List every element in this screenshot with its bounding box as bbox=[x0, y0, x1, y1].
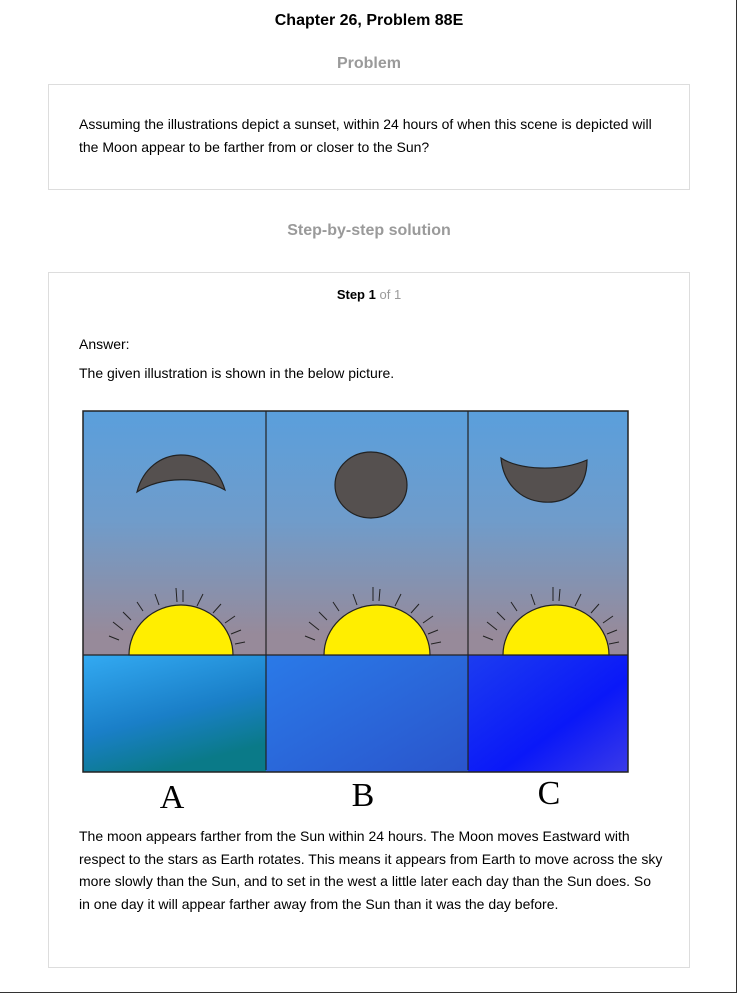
problem-box: Assuming the illustrations depict a suns… bbox=[48, 84, 690, 190]
sunset-moon-illustration: A B C bbox=[82, 410, 629, 816]
panel-label-b: B bbox=[352, 777, 375, 814]
step-label: Step bbox=[336, 287, 365, 302]
panel-label-c: C bbox=[538, 775, 561, 812]
intro-text: The given illustration is shown in the b… bbox=[79, 365, 395, 381]
solution-box: Step 1 of 1 Answer: The given illustrati… bbox=[48, 272, 690, 968]
answer-label: Answer: bbox=[79, 336, 130, 352]
step-header: Step 1 of 1 bbox=[49, 287, 689, 302]
solution-heading: Step-by-step solution bbox=[287, 222, 451, 239]
water-panel-a bbox=[83, 655, 266, 772]
water-panel-b bbox=[266, 655, 468, 772]
step-number: 1 bbox=[368, 287, 376, 302]
explanation-text: The moon appears farther from the Sun wi… bbox=[79, 828, 663, 912]
step-of: of 1 bbox=[379, 287, 402, 302]
moon-gibbous-b bbox=[334, 451, 408, 519]
chapter-title: Chapter 26, Problem 88E bbox=[274, 12, 464, 29]
problem-heading: Problem bbox=[336, 55, 401, 72]
water-panel-c bbox=[468, 655, 628, 772]
panel-label-a: A bbox=[160, 779, 185, 816]
problem-text: Assuming the illustrations depict a suns… bbox=[79, 116, 652, 155]
